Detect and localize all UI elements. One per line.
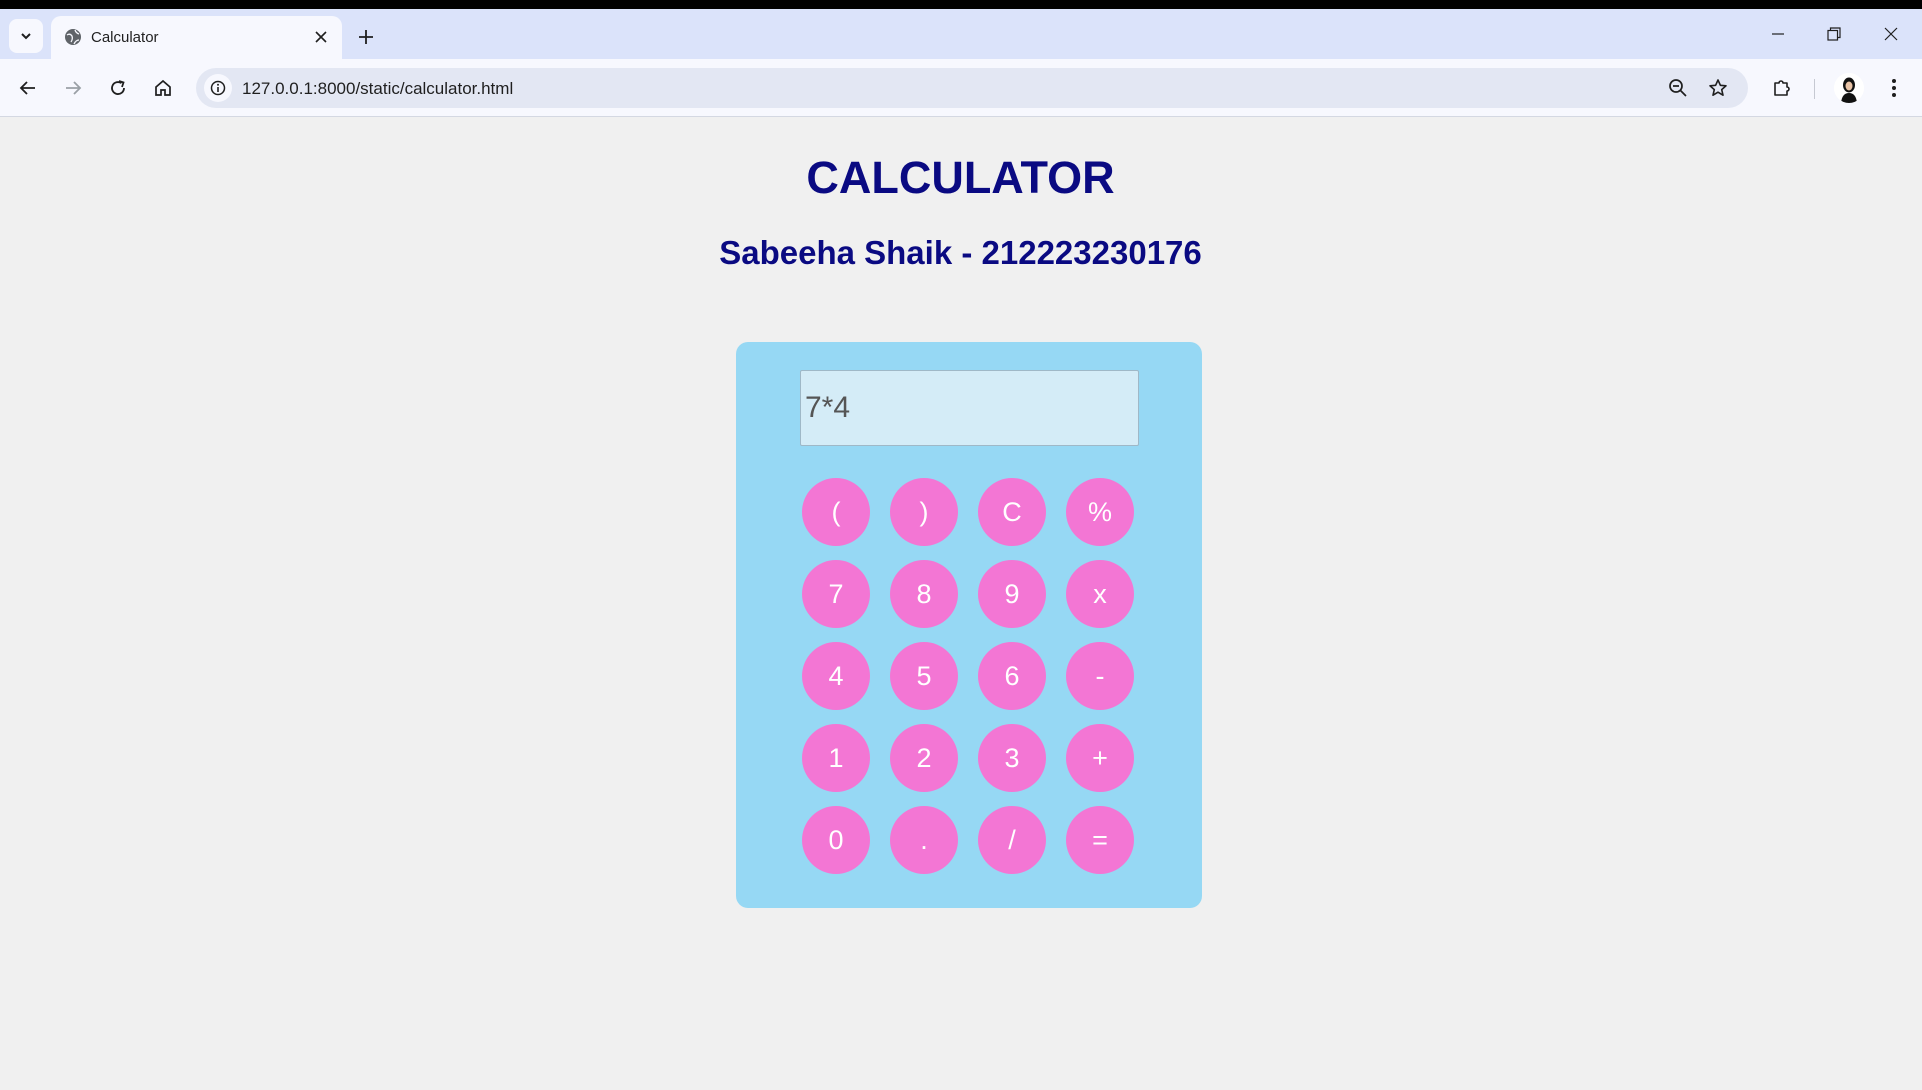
digit-5-key[interactable]: 5 — [890, 642, 958, 710]
tab-calculator[interactable]: Calculator — [51, 16, 342, 59]
reload-icon — [111, 80, 125, 95]
close-icon — [315, 31, 327, 43]
browser-menu-button[interactable] — [1877, 71, 1911, 105]
forward-button[interactable] — [56, 71, 90, 105]
digit-3-key[interactable]: 3 — [978, 724, 1046, 792]
puzzle-icon — [1774, 80, 1790, 96]
percent-key[interactable]: % — [1066, 478, 1134, 546]
chevron-down-icon — [21, 33, 31, 40]
toolbar-separator — [1814, 79, 1815, 99]
new-tab-button[interactable] — [352, 23, 380, 51]
multiply-key[interactable]: x — [1066, 560, 1134, 628]
tab-search-button[interactable] — [9, 19, 43, 53]
plus-icon — [359, 30, 373, 44]
page-subtitle: Sabeeha Shaik - 212223230176 — [719, 234, 1202, 271]
tab-strip: Calculator — [0, 9, 1922, 59]
reload-button[interactable] — [101, 71, 135, 105]
arrow-left-icon — [19, 81, 35, 95]
clear-key[interactable]: C — [978, 478, 1046, 546]
browser-window: Calculator 127.0.0.1:8000/static/calcula… — [0, 9, 1922, 1090]
close-icon — [1884, 27, 1898, 41]
site-info-button[interactable] — [204, 74, 232, 102]
decimal-key[interactable]: . — [890, 806, 958, 874]
page-title: CALCULATOR — [806, 152, 1115, 203]
globe-icon — [65, 29, 81, 45]
digit-6-key[interactable]: 6 — [978, 642, 1046, 710]
subtract-key[interactable]: - — [1066, 642, 1134, 710]
close-window-button[interactable] — [1871, 19, 1911, 49]
info-icon — [210, 80, 226, 96]
zoom-out-icon — [1669, 79, 1687, 97]
address-bar[interactable]: 127.0.0.1:8000/static/calculator.html — [196, 68, 1748, 108]
digit-7-key[interactable]: 7 — [802, 560, 870, 628]
digit-0-key[interactable]: 0 — [802, 806, 870, 874]
extensions-button[interactable] — [1765, 71, 1799, 105]
page-content: CALCULATOR Sabeeha Shaik - 212223230176 … — [1, 117, 1920, 1087]
restore-button[interactable] — [1814, 19, 1854, 49]
calculator-display[interactable] — [800, 370, 1139, 446]
close-paren-key[interactable]: ) — [890, 478, 958, 546]
minimize-icon — [1772, 33, 1784, 35]
minimize-button[interactable] — [1758, 19, 1798, 49]
equals-key[interactable]: = — [1066, 806, 1134, 874]
restore-icon — [1827, 27, 1841, 41]
bookmark-button[interactable] — [1704, 74, 1732, 102]
home-icon — [155, 79, 171, 96]
digit-8-key[interactable]: 8 — [890, 560, 958, 628]
calculator-keypad: () C% 7 8 9 x 4 5 6- 1 2 3 +0. / = — [802, 478, 1134, 874]
digit-4-key[interactable]: 4 — [802, 642, 870, 710]
browser-toolbar: 127.0.0.1:8000/static/calculator.html — [0, 59, 1922, 117]
digit-9-key[interactable]: 9 — [978, 560, 1046, 628]
open-paren-key[interactable]: ( — [802, 478, 870, 546]
calculator: () C% 789x 456- 123 +0. / = — [736, 342, 1202, 908]
digit-1-key[interactable]: 1 — [802, 724, 870, 792]
tab-close-button[interactable] — [310, 26, 332, 48]
star-icon — [1709, 79, 1727, 96]
tab-title: Calculator — [91, 29, 159, 46]
back-button[interactable] — [11, 71, 45, 105]
profile-avatar[interactable] — [1834, 73, 1864, 103]
digit-2-key[interactable]: 2 — [890, 724, 958, 792]
divide-key[interactable]: / — [978, 806, 1046, 874]
kebab-menu-icon — [1892, 79, 1896, 97]
arrow-right-icon — [66, 81, 82, 95]
zoom-button[interactable] — [1664, 74, 1692, 102]
home-button[interactable] — [146, 71, 180, 105]
url-text[interactable]: 127.0.0.1:8000/static/calculator.html — [242, 79, 513, 99]
profile-icon — [1834, 73, 1864, 103]
add-key[interactable]: + — [1066, 724, 1134, 792]
